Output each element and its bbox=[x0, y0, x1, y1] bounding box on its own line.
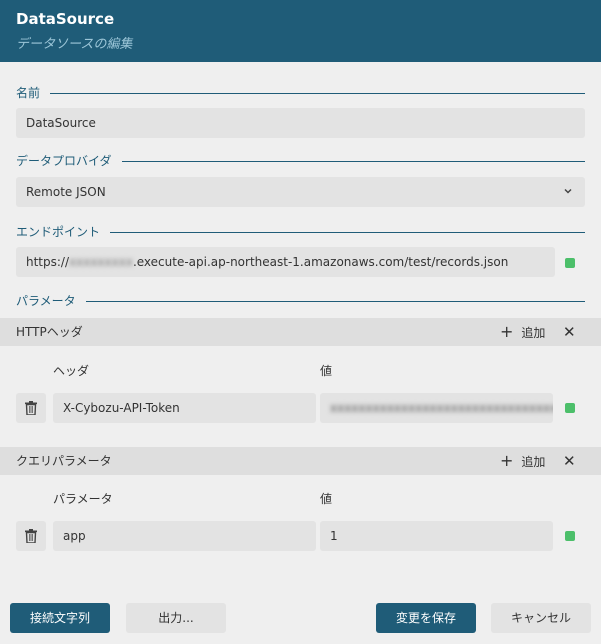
http-header-value-input[interactable]: xxxxxxxxxxxxxxxxxxxxxxxxxxxxxxxx bbox=[320, 393, 553, 423]
add-label: 追加 bbox=[521, 455, 546, 469]
endpoint-blurred-host: xxxxxxxxx bbox=[69, 255, 133, 269]
http-header-name-input[interactable]: X-Cybozu-API-Token bbox=[53, 393, 316, 423]
cancel-button[interactable]: キャンセル bbox=[491, 603, 591, 633]
name-label: 名前 bbox=[16, 85, 51, 101]
params-label: パラメータ bbox=[16, 293, 86, 309]
chevron-down-icon bbox=[563, 177, 573, 207]
provider-section-header: データプロバイダ bbox=[16, 153, 585, 169]
params-section-header: パラメータ bbox=[16, 293, 585, 309]
dialog-title: DataSource bbox=[16, 10, 115, 28]
endpoint-status-indicator bbox=[565, 258, 575, 268]
endpoint-section-header: エンドポイント bbox=[16, 224, 585, 240]
delete-http-header-button[interactable] bbox=[16, 393, 46, 423]
section-divider bbox=[16, 301, 585, 302]
dialog-subtitle: データソースの編集 bbox=[16, 37, 133, 52]
http-headers-group-header: HTTPヘッダ + 追加 ✕ bbox=[0, 318, 601, 346]
query-param-name-input[interactable]: app bbox=[53, 521, 316, 551]
connection-string-button[interactable]: 接続文字列 bbox=[10, 603, 110, 633]
query-param-value-input[interactable]: 1 bbox=[320, 521, 553, 551]
http-value-column-label: 値 bbox=[320, 364, 333, 378]
query-params-group-header: クエリパラメータ + 追加 ✕ bbox=[0, 447, 601, 475]
delete-query-param-button[interactable] bbox=[16, 521, 46, 551]
query-value-column-label: 値 bbox=[320, 492, 333, 506]
provider-select[interactable]: Remote JSON bbox=[16, 177, 585, 207]
provider-label: データプロバイダ bbox=[16, 153, 122, 169]
plus-icon: + bbox=[500, 322, 514, 341]
output-button[interactable]: 出力... bbox=[126, 603, 226, 633]
http-header-value-blurred: xxxxxxxxxxxxxxxxxxxxxxxxxxxxxxxx bbox=[330, 401, 553, 415]
endpoint-prefix: https:// bbox=[26, 255, 70, 269]
name-input[interactable]: DataSource bbox=[16, 108, 585, 138]
trash-icon bbox=[25, 401, 37, 415]
section-divider bbox=[16, 93, 585, 94]
datasource-dialog: DataSource データソースの編集 名前 DataSource データプロ… bbox=[0, 0, 601, 644]
query-param-status-indicator bbox=[565, 531, 575, 541]
add-http-header-button[interactable]: + 追加 bbox=[500, 318, 545, 347]
endpoint-suffix: .execute-api.ap-northeast-1.amazonaws.co… bbox=[132, 255, 509, 269]
endpoint-label: エンドポイント bbox=[16, 224, 111, 240]
http-header-column-label: ヘッダ bbox=[53, 364, 90, 378]
add-label: 追加 bbox=[521, 326, 546, 340]
query-params-title: クエリパラメータ bbox=[16, 454, 112, 468]
endpoint-input[interactable]: https://xxxxxxxxx.execute-api.ap-northea… bbox=[16, 247, 555, 277]
close-icon[interactable]: ✕ bbox=[563, 318, 576, 346]
trash-icon bbox=[25, 529, 37, 543]
http-header-status-indicator bbox=[565, 403, 575, 413]
dialog-header: DataSource データソースの編集 bbox=[0, 0, 601, 62]
http-headers-title: HTTPヘッダ bbox=[16, 325, 83, 339]
provider-selected-value: Remote JSON bbox=[26, 185, 106, 199]
add-query-param-button[interactable]: + 追加 bbox=[500, 447, 545, 476]
close-icon[interactable]: ✕ bbox=[563, 447, 576, 475]
plus-icon: + bbox=[500, 451, 514, 470]
query-param-column-label: パラメータ bbox=[53, 492, 113, 506]
save-changes-button[interactable]: 変更を保存 bbox=[376, 603, 476, 633]
name-section-header: 名前 bbox=[16, 85, 585, 101]
